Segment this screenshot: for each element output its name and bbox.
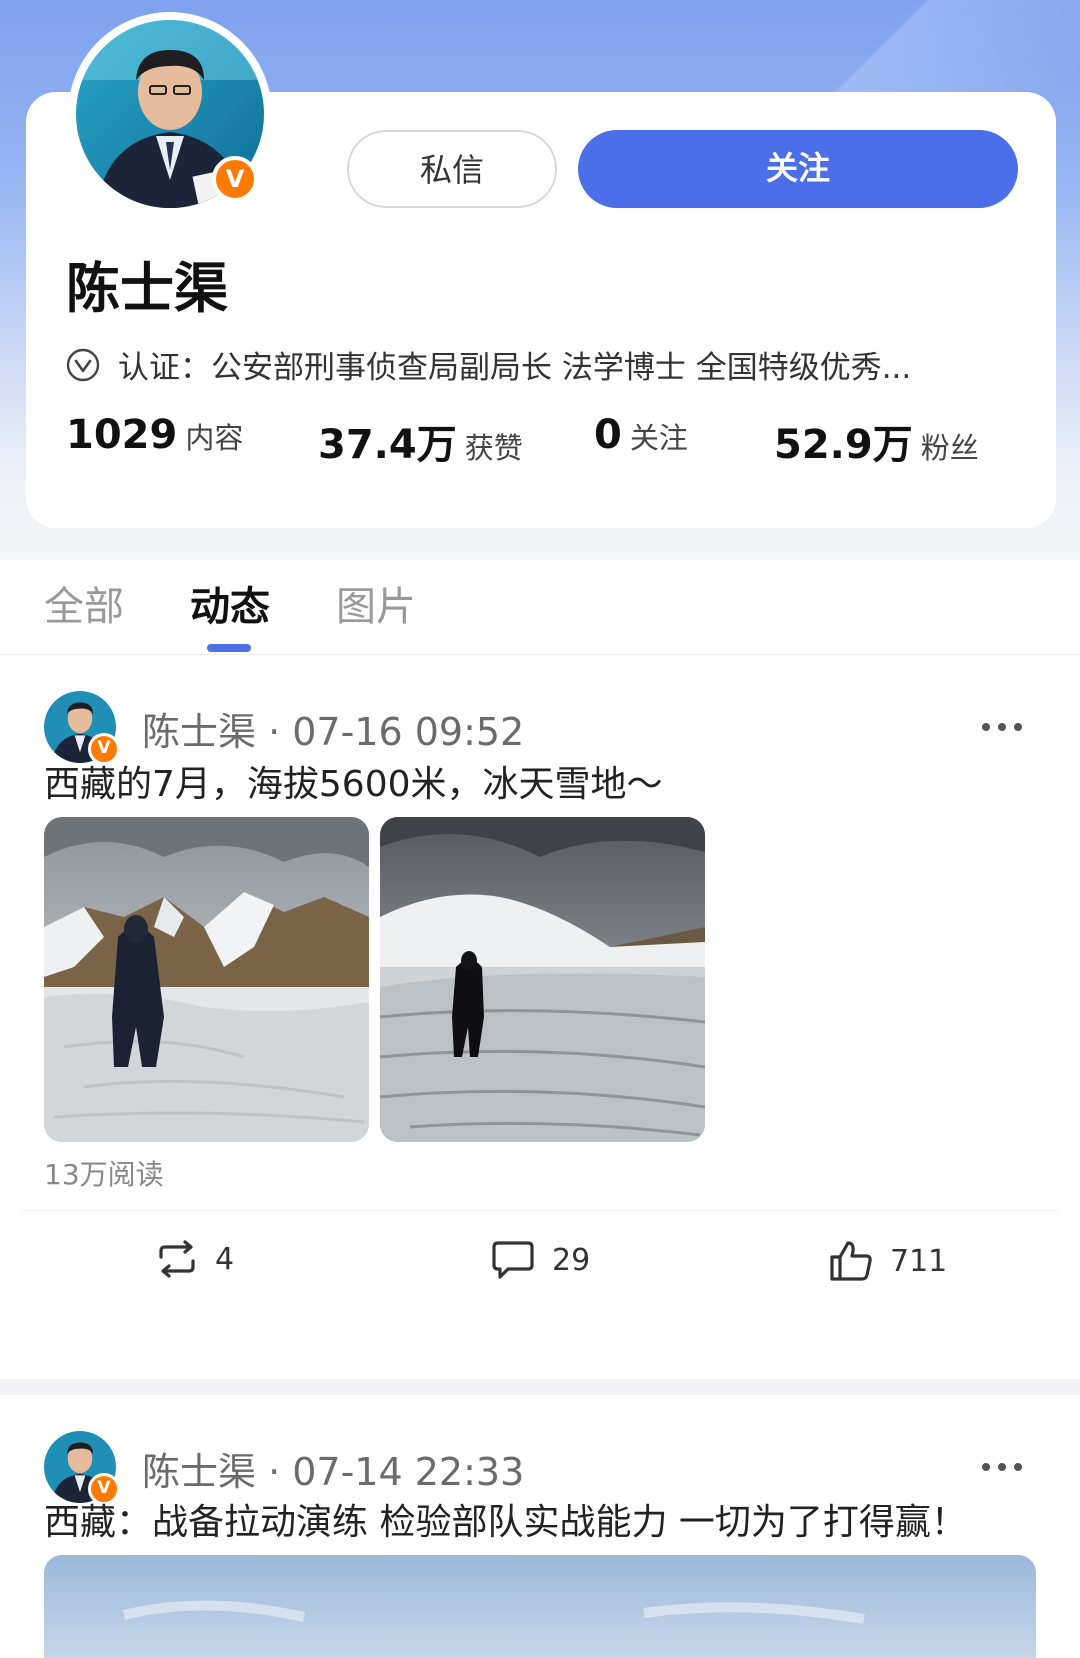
post-card: V 陈士渠 · 07-14 22:33 西藏：战备拉动演练 检验部队实战能力 一… xyxy=(0,1395,1080,1658)
stat-value: 0 xyxy=(594,412,622,458)
stat-value: 37.4万 xyxy=(318,422,457,468)
comment-icon xyxy=(492,1241,534,1279)
post-card: V 陈士渠 · 07-16 09:52 西藏的7月，海拔5600米，冰天雪地～ xyxy=(0,655,1080,1379)
message-button[interactable]: 私信 xyxy=(347,130,557,208)
post-meta: 陈士渠 · 07-14 22:33 xyxy=(142,1450,525,1494)
profile-tabs: 全部 动态 图片 xyxy=(0,560,1080,655)
repost-icon xyxy=(159,1240,195,1278)
verification-row: 认证：公安部刑事侦查局副局长 法学博士 全国特级优秀... xyxy=(66,342,911,387)
stat-likes[interactable]: 37.4万 获赞 xyxy=(318,412,523,470)
tab-moments[interactable]: 动态 xyxy=(190,574,270,632)
verified-circle-icon xyxy=(66,348,100,381)
like-count: 711 xyxy=(890,1243,948,1279)
stat-label: 粉丝 xyxy=(920,431,979,465)
post-photo[interactable] xyxy=(380,817,705,1142)
tab-active-indicator xyxy=(207,644,251,652)
stat-value: 52.9万 xyxy=(774,422,913,468)
stat-label: 内容 xyxy=(185,421,244,455)
more-icon[interactable] xyxy=(980,1461,1024,1473)
repost-count: 4 xyxy=(215,1241,235,1277)
stat-followers[interactable]: 52.9万 粉丝 xyxy=(774,412,979,470)
thumbs-up-icon xyxy=(830,1241,872,1281)
glacier-photo-1 xyxy=(44,817,369,1142)
post-meta: 陈士渠 · 07-16 09:52 xyxy=(142,710,525,754)
stat-label: 获赞 xyxy=(464,431,523,465)
post-photo-sky xyxy=(44,1555,1036,1658)
follow-button[interactable]: 关注 xyxy=(578,130,1018,208)
profile-avatar-frame[interactable]: V xyxy=(68,12,272,216)
profile-name: 陈士渠 xyxy=(66,257,228,320)
post-text: 西藏：战备拉动演练 检验部队实战能力 一切为了打得赢！ xyxy=(44,1502,967,1543)
comment-count: 29 xyxy=(552,1242,591,1278)
verification-text: 认证：公安部刑事侦查局副局长 法学博士 全国特级优秀... xyxy=(118,350,912,386)
verified-badge-icon: V xyxy=(212,156,258,202)
post-divider xyxy=(22,1210,1058,1211)
post-separator xyxy=(0,1379,1080,1395)
tab-photos[interactable]: 图片 xyxy=(336,574,416,632)
glacier-photo-2 xyxy=(380,817,705,1142)
stat-value: 1029 xyxy=(66,412,178,458)
stat-content[interactable]: 1029 内容 xyxy=(66,412,243,458)
like-button[interactable]: 711 xyxy=(828,1239,947,1283)
post-text: 西藏的7月，海拔5600米，冰天雪地～ xyxy=(44,764,663,805)
profile-stats: 1029 内容 37.4万 获赞 0 关注 52.9万 粉丝 xyxy=(66,412,1046,472)
tab-all[interactable]: 全部 xyxy=(44,574,124,632)
stat-label: 关注 xyxy=(629,421,688,455)
post-photo[interactable] xyxy=(44,1555,1036,1658)
more-icon[interactable] xyxy=(980,721,1024,733)
stat-following[interactable]: 0 关注 xyxy=(594,412,688,458)
repost-button[interactable]: 4 xyxy=(155,1239,234,1279)
post-photo[interactable] xyxy=(44,817,369,1142)
read-count: 13万阅读 xyxy=(44,1158,164,1191)
comment-button[interactable]: 29 xyxy=(490,1239,590,1281)
